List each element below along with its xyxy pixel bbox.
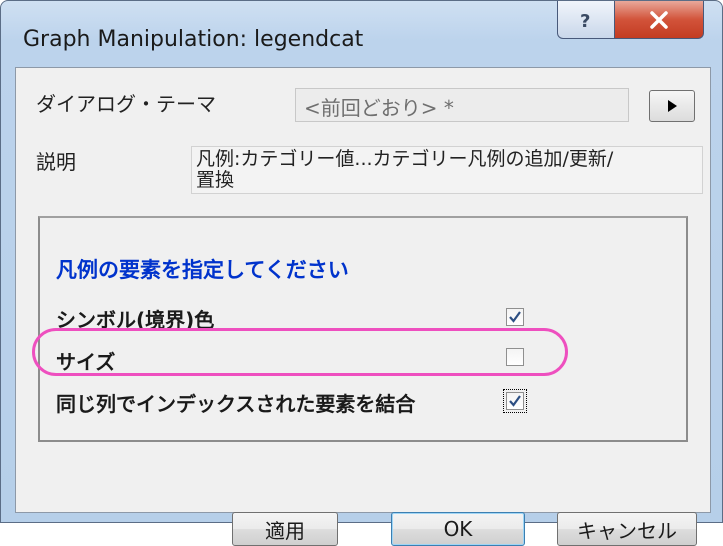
check-icon (509, 395, 521, 407)
title-bar[interactable]: Graph Manipulation: legendcat ? (1, 1, 722, 71)
ok-button[interactable]: OK (391, 512, 525, 546)
help-button[interactable]: ? (557, 1, 615, 39)
combine-indexed-elements-label: 同じ列でインデックスされた要素を結合 (56, 392, 416, 416)
group-title: 凡例の要素を指定してください (56, 258, 349, 282)
dialog-theme-label: ダイアログ・テーマ (36, 92, 216, 116)
cancel-button[interactable]: キャンセル (557, 512, 697, 546)
size-option-highlight (32, 328, 568, 376)
dialog-theme-field[interactable]: <前回どおり> * (295, 88, 629, 122)
symbol-border-color-checkbox[interactable] (506, 308, 524, 326)
svg-text:?: ? (580, 11, 590, 31)
combine-indexed-elements-checkbox[interactable] (503, 389, 527, 413)
window-title: Graph Manipulation: legendcat (23, 27, 364, 52)
description-line-2: 置換 (196, 169, 235, 191)
dialog-theme-menu-button[interactable] (649, 90, 695, 122)
close-button[interactable] (614, 1, 704, 39)
close-icon (650, 10, 668, 29)
description-label: 説明 (36, 150, 76, 174)
description-field: 凡例:カテゴリー値...カテゴリー凡例の追加/更新/ 置換 (191, 146, 703, 194)
help-icon: ? (580, 11, 590, 31)
dialog-window: Graph Manipulation: legendcat ? ダイアログ・テー… (0, 0, 723, 546)
description-line-1: 凡例:カテゴリー値...カテゴリー凡例の追加/更新/ (196, 148, 614, 170)
check-icon (509, 311, 521, 323)
dialog-client-area: ダイアログ・テーマ <前回どおり> * 説明 凡例:カテゴリー値...カテゴリー… (15, 67, 711, 546)
apply-button[interactable]: 適用 (232, 512, 338, 546)
play-arrow-icon (668, 100, 677, 112)
